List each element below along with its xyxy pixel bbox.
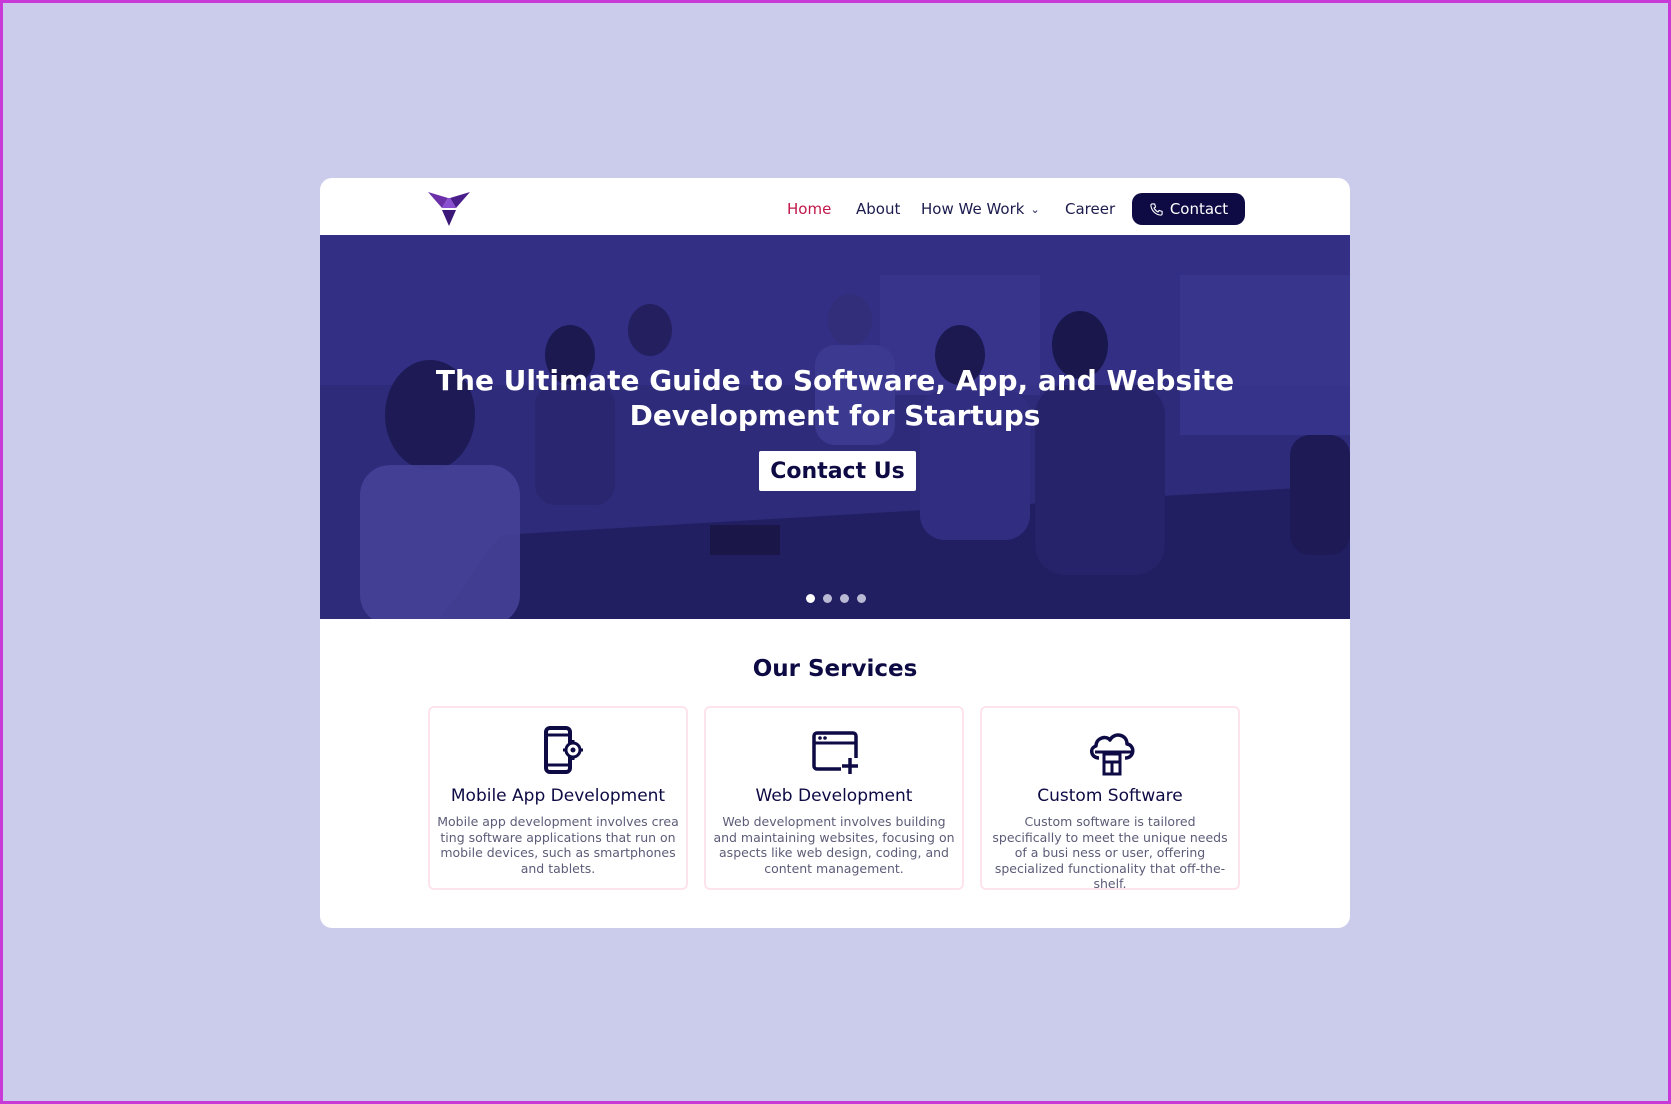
service-title: Mobile App Development — [450, 786, 666, 806]
nav-home-label: Home — [787, 200, 832, 218]
service-card-web[interactable]: Web Development Web development involves… — [704, 706, 964, 890]
slider-dot-3[interactable] — [840, 594, 849, 603]
slider-dot-2[interactable] — [823, 594, 832, 603]
services-heading: Our Services — [752, 656, 918, 682]
service-title: Custom Software — [1037, 786, 1183, 806]
slider-dot-4[interactable] — [857, 594, 866, 603]
brand-logo[interactable] — [428, 190, 470, 226]
chevron-down-icon: ⌄ — [1030, 202, 1040, 216]
contact-button-label: Contact — [1169, 200, 1229, 218]
navbar: Home About How We Work ⌄ Career Contact — [320, 178, 1350, 235]
hero-slider: The Ultimate Guide to Software, App, and… — [320, 235, 1350, 619]
mobile-settings-icon — [544, 726, 583, 774]
browser-add-icon — [812, 731, 859, 774]
cloud-server-icon — [1090, 733, 1135, 776]
phone-icon — [1150, 202, 1163, 216]
service-description: Mobile app development involves crea tin… — [437, 814, 679, 876]
hero-contact-us-button[interactable]: Contact Us — [759, 451, 916, 491]
nav-home[interactable]: Home — [787, 193, 831, 225]
nav-how-we-work-label: How We Work — [921, 200, 1025, 218]
hero-title: The Ultimate Guide to Software, App, and… — [435, 364, 1235, 432]
nav-how-we-work[interactable]: How We Work ⌄ — [921, 193, 1040, 225]
website-card: Home About How We Work ⌄ Career Contact — [320, 178, 1350, 928]
nav-about[interactable]: About — [856, 193, 900, 225]
service-card-mobile[interactable]: Mobile App Development Mobile app develo… — [428, 706, 688, 890]
contact-button[interactable]: Contact — [1132, 193, 1245, 225]
service-card-custom-software[interactable]: Custom Software Custom software is tailo… — [980, 706, 1240, 891]
nav-career[interactable]: Career — [1065, 193, 1115, 225]
service-description: Web development involves building and ma… — [713, 814, 955, 876]
service-title: Web Development — [755, 786, 913, 806]
slider-dot-1[interactable] — [806, 594, 815, 603]
nav-about-label: About — [856, 200, 901, 218]
service-description: Custom software is tailored specifically… — [992, 814, 1228, 891]
nav-career-label: Career — [1065, 200, 1116, 218]
